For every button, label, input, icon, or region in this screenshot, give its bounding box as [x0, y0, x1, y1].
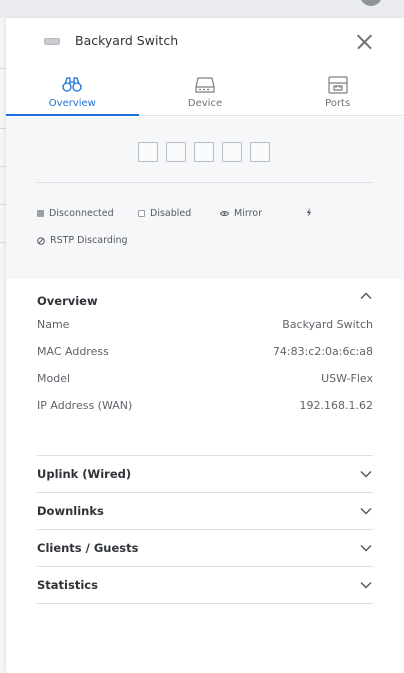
chevron-up-icon [360, 292, 372, 299]
chevron-down-icon [360, 582, 372, 589]
switch-device-icon [44, 38, 60, 45]
legend-disconnected: Disconnected [37, 208, 114, 219]
legend-poe [306, 208, 312, 217]
disabled-square-icon [138, 210, 145, 217]
legend-rstp-label: RSTP Discarding [50, 235, 128, 246]
port-3[interactable] [194, 142, 214, 162]
blocked-circle-icon [37, 236, 45, 245]
row-value: 192.168.1.62 [299, 399, 373, 412]
tab-bar: Overview Device Ports [6, 66, 404, 116]
device-icon [195, 77, 215, 93]
port-1[interactable] [138, 142, 158, 162]
section-clients[interactable]: Clients / Guests [37, 529, 373, 566]
legend-disconnected-label: Disconnected [49, 208, 114, 219]
row-key: IP Address (WAN) [37, 399, 133, 412]
device-properties-panel: Backyard Switch Overview Device Ports Di… [6, 18, 404, 673]
row-value: 74:83:c2:0a:6c:a8 [272, 345, 373, 358]
row-key: MAC Address [37, 345, 109, 358]
row-value: Backyard Switch [282, 318, 373, 331]
section-uplink[interactable]: Uplink (Wired) [37, 455, 373, 492]
tab-device-label: Device [187, 98, 223, 109]
port-4[interactable] [222, 142, 242, 162]
panel-title: Backyard Switch [75, 33, 179, 48]
panel-header: Backyard Switch [6, 18, 404, 66]
tab-overview[interactable]: Overview [6, 66, 139, 116]
overview-section-title: Overview [37, 294, 98, 308]
port-5[interactable] [250, 142, 270, 162]
section-uplink-title: Uplink (Wired) [37, 467, 132, 481]
user-avatar[interactable] [360, 0, 382, 6]
ports-diagram: Disconnected Disabled Mirror RSTP Discar… [6, 117, 404, 279]
legend-rstp: RSTP Discarding [37, 235, 128, 246]
legend-divider [37, 182, 373, 183]
tab-ports-label: Ports [325, 98, 351, 109]
section-divider [37, 603, 373, 604]
chevron-down-icon [360, 471, 372, 478]
legend-mirror-label: Mirror [234, 208, 262, 219]
section-statistics[interactable]: Statistics [37, 566, 373, 603]
section-downlinks-title: Downlinks [37, 504, 104, 518]
port-row [138, 142, 270, 162]
binoculars-icon [62, 77, 82, 92]
chevron-down-icon [360, 545, 372, 552]
lightning-icon [306, 208, 312, 217]
legend-disabled-label: Disabled [150, 208, 192, 219]
legend-disabled: Disabled [138, 208, 191, 219]
legend-mirror: Mirror [220, 208, 262, 219]
overview-section-header[interactable]: Overview [37, 290, 373, 308]
port-2[interactable] [166, 142, 186, 162]
close-button[interactable] [354, 32, 374, 52]
section-clients-title: Clients / Guests [37, 541, 139, 555]
ports-icon [328, 76, 348, 94]
chevron-down-icon [360, 508, 372, 515]
eye-icon [220, 210, 229, 217]
row-key: Name [37, 318, 70, 331]
tab-ports[interactable]: Ports [271, 66, 404, 115]
section-downlinks[interactable]: Downlinks [37, 492, 373, 529]
row-key: Model [37, 372, 71, 385]
tab-device[interactable]: Device [139, 66, 272, 115]
section-statistics-title: Statistics [37, 578, 98, 592]
disconnected-square-icon [37, 210, 44, 217]
tab-overview-label: Overview [48, 98, 96, 109]
row-value: USW-Flex [321, 372, 373, 385]
